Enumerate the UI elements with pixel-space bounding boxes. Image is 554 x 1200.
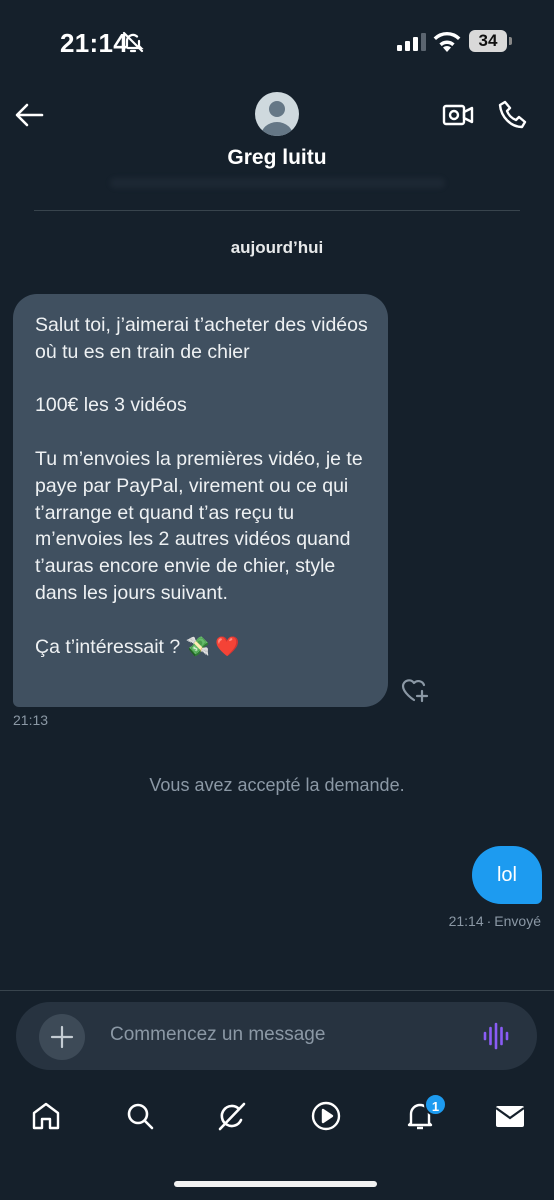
voice-message-icon[interactable] bbox=[482, 1022, 510, 1050]
incoming-message-bubble[interactable]: Salut toi, j’aimerai t’acheter des vidéo… bbox=[13, 294, 388, 707]
phone-call-icon[interactable] bbox=[496, 98, 530, 132]
date-separator: aujourd’hui bbox=[230, 238, 324, 257]
message-input[interactable]: Commencez un message bbox=[110, 1024, 325, 1046]
plus-icon bbox=[50, 1025, 74, 1049]
default-avatar-icon bbox=[261, 101, 293, 136]
wifi-icon bbox=[433, 31, 461, 52]
cellular-signal-icon bbox=[397, 33, 426, 51]
messages-icon[interactable] bbox=[494, 1100, 526, 1132]
status-bar: 21:14 34 bbox=[0, 0, 554, 86]
notifications-badge: 1 bbox=[424, 1093, 447, 1116]
heart-plus-icon[interactable] bbox=[400, 676, 430, 704]
video-call-icon[interactable] bbox=[441, 98, 475, 132]
search-icon[interactable] bbox=[124, 1100, 156, 1132]
home-indicator bbox=[174, 1181, 377, 1187]
blurred-profile-info bbox=[110, 178, 445, 188]
avatar[interactable] bbox=[255, 92, 299, 136]
home-icon[interactable] bbox=[30, 1100, 62, 1132]
add-media-button[interactable] bbox=[39, 1014, 85, 1060]
contact-name[interactable]: Greg luitu bbox=[0, 146, 554, 170]
bottom-tab-bar bbox=[0, 1086, 554, 1152]
status-time: 21:14 bbox=[60, 28, 128, 58]
battery-indicator: 34 bbox=[469, 30, 507, 52]
outgoing-message-bubble[interactable]: lol bbox=[472, 846, 542, 904]
video-icon[interactable] bbox=[310, 1100, 342, 1132]
conversation-header: Greg luitu bbox=[0, 86, 554, 212]
incoming-message-time: 21:13 bbox=[13, 712, 49, 728]
grok-icon[interactable] bbox=[216, 1100, 248, 1132]
back-arrow-icon[interactable] bbox=[12, 98, 46, 132]
battery-tip bbox=[509, 37, 512, 45]
composer-divider bbox=[0, 990, 554, 991]
outgoing-message-status: Envoyé bbox=[494, 913, 541, 929]
bell-off-icon bbox=[122, 31, 144, 53]
message-composer[interactable]: Commencez un message bbox=[16, 1002, 537, 1070]
header-divider bbox=[34, 210, 520, 211]
meta-separator: · bbox=[486, 913, 492, 929]
system-message: Vous avez accepté la demande. bbox=[149, 775, 405, 795]
outgoing-message-time: 21:14 bbox=[448, 913, 484, 929]
outgoing-message-meta: 21:14 · Envoyé bbox=[449, 913, 541, 929]
